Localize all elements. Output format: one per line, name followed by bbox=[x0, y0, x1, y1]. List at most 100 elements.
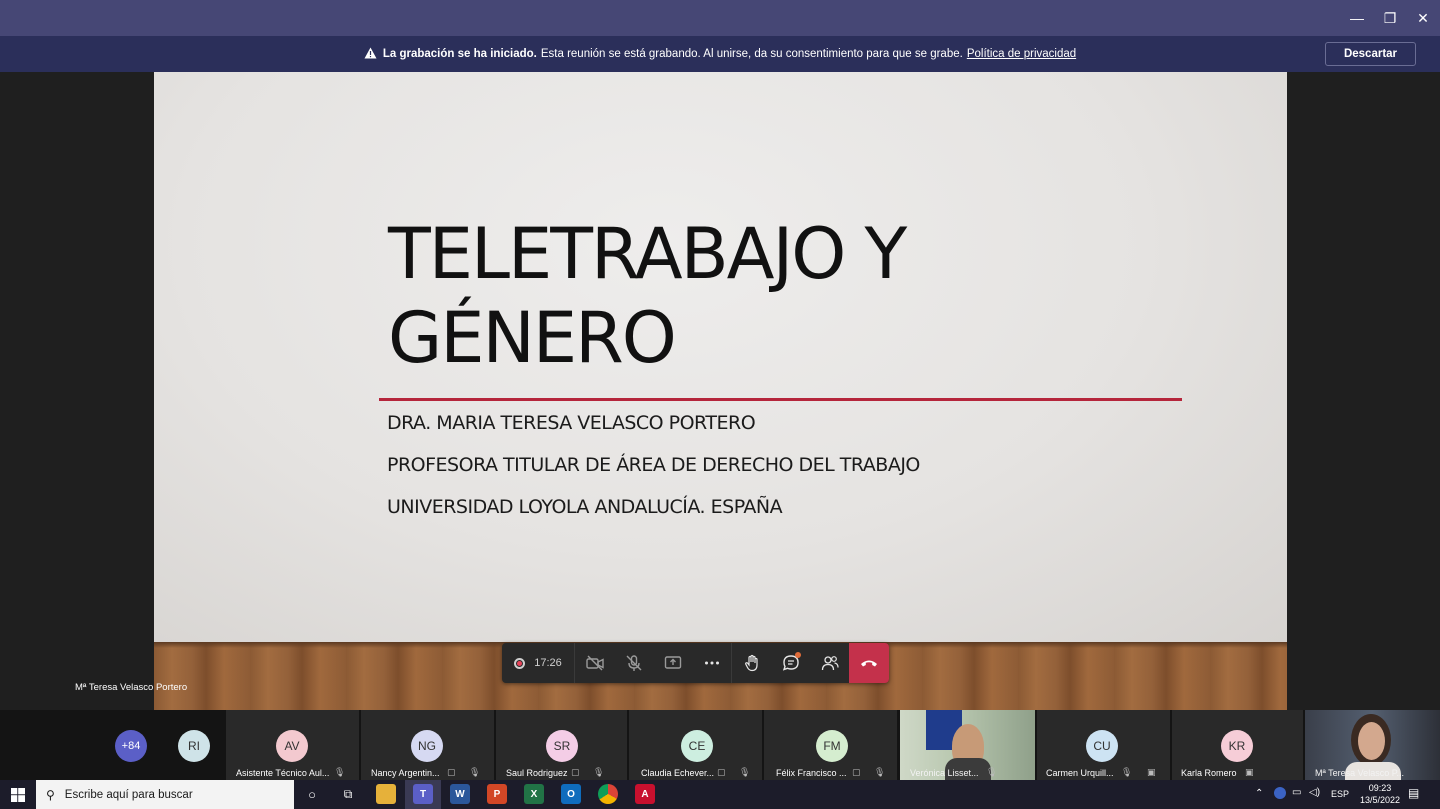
participant-name: Asistente Técnico Aul... bbox=[236, 768, 330, 778]
mic-off-icon: 🎙 bbox=[874, 767, 886, 777]
acrobat-icon[interactable]: A bbox=[635, 784, 655, 804]
microphone-off-icon bbox=[626, 655, 641, 671]
recording-indicator: 17:26 bbox=[502, 643, 575, 683]
participant-strip: +84 RI AV Asistente Técnico Aul... 🎙 NG … bbox=[0, 710, 1440, 780]
excel-icon[interactable]: X bbox=[524, 784, 544, 804]
raise-hand-button[interactable] bbox=[732, 643, 771, 683]
search-placeholder: Escribe aquí para buscar bbox=[64, 788, 193, 801]
mic-off-icon: 🎙 bbox=[739, 767, 751, 777]
participant-name: Saul Rodriguez bbox=[506, 768, 568, 778]
dismiss-button[interactable]: Descartar bbox=[1325, 42, 1416, 66]
camera-button[interactable] bbox=[575, 643, 614, 683]
record-icon bbox=[514, 657, 526, 669]
title-bar: — ❐ ✕ bbox=[0, 0, 1440, 36]
participant-tile[interactable]: AV Asistente Técnico Aul... 🎙 bbox=[226, 710, 359, 780]
mic-off-icon: 🎙 bbox=[593, 767, 605, 777]
participant-avatar: AV bbox=[276, 730, 308, 762]
participant-tile[interactable]: CU Carmen Urquill... 🎙 ▣ bbox=[1037, 710, 1170, 780]
leave-call-button[interactable] bbox=[849, 643, 889, 683]
outlook-icon[interactable]: O bbox=[561, 784, 581, 804]
banner-message: Esta reunión se está grabando. Al unirse… bbox=[540, 48, 963, 60]
windows-taskbar: ⚲ Escribe aquí para buscar ○ ⧉ T W P X O… bbox=[0, 780, 1440, 809]
clock-date: 13/5/2022 bbox=[1359, 795, 1400, 805]
camera-off-icon bbox=[585, 655, 604, 671]
presenter-icon: ▣ bbox=[1245, 767, 1254, 777]
share-screen-button[interactable] bbox=[653, 643, 692, 683]
slide-divider bbox=[379, 398, 1182, 401]
participant-name: Verónica Lisset... bbox=[910, 768, 979, 778]
notifications-icon[interactable]: ▤ bbox=[1408, 786, 1419, 800]
search-icon: ⚲ bbox=[46, 787, 55, 802]
slide-author: DRA. MARIA TERESA VELASCO PORTERO bbox=[387, 412, 756, 434]
powerpoint-icon[interactable]: P bbox=[487, 784, 507, 804]
taskbar-search[interactable]: ⚲ Escribe aquí para buscar bbox=[36, 780, 294, 809]
meeting-stage: TELETRABAJO Y GÉNERO DRA. MARIA TERESA V… bbox=[0, 72, 1440, 710]
system-clock[interactable]: 09:23 13/5/2022 bbox=[1360, 782, 1400, 806]
more-participants-button[interactable]: +84 bbox=[115, 730, 147, 762]
meeting-controls: 17:26 bbox=[502, 643, 889, 683]
chrome-icon[interactable] bbox=[598, 784, 618, 804]
presenter-icon: ▣ bbox=[1147, 767, 1156, 777]
windows-logo-icon bbox=[11, 787, 25, 802]
close-button[interactable]: ✕ bbox=[1406, 0, 1440, 36]
participant-avatar-ri[interactable]: RI bbox=[178, 730, 210, 762]
participant-name: Claudia Echever... bbox=[641, 768, 715, 778]
word-icon[interactable]: W bbox=[450, 784, 470, 804]
slide-title: TELETRABAJO Y GÉNERO bbox=[388, 212, 1148, 380]
participant-avatar: CU bbox=[1086, 730, 1118, 762]
chat-button[interactable] bbox=[771, 643, 810, 683]
recording-time: 17:26 bbox=[534, 657, 562, 669]
minimize-button[interactable]: — bbox=[1340, 0, 1374, 36]
participant-avatar: NG bbox=[411, 730, 443, 762]
restore-button[interactable]: ❐ bbox=[1373, 0, 1407, 36]
participant-tile[interactable]: CE Claudia Echever... ▢ 🎙 bbox=[629, 710, 762, 780]
presenter-name: Mª Teresa Velasco Portero bbox=[75, 682, 188, 693]
participant-avatar: CE bbox=[681, 730, 713, 762]
chat-notification-dot bbox=[795, 652, 801, 658]
task-view-icon[interactable]: ⧉ bbox=[338, 784, 358, 804]
mic-off-icon: 🎙 bbox=[986, 767, 998, 777]
hand-icon bbox=[744, 654, 758, 672]
volume-icon[interactable]: ◁) bbox=[1309, 787, 1320, 798]
participant-name: Félix Francisco ... bbox=[776, 768, 847, 778]
participant-tile[interactable]: FM Félix Francisco ... ▢ 🎙 bbox=[764, 710, 897, 780]
show-hidden-icons-icon[interactable]: ⌃ bbox=[1255, 788, 1263, 799]
participant-tile[interactable]: NG Nancy Argentin... ▢ 🎙 bbox=[361, 710, 494, 780]
network-icon[interactable]: ▭ bbox=[1292, 787, 1301, 798]
participant-name: Carmen Urquill... bbox=[1046, 768, 1114, 778]
file-explorer-icon[interactable] bbox=[376, 784, 396, 804]
camera-off-icon: ▢ bbox=[571, 767, 580, 777]
warning-icon bbox=[364, 47, 377, 62]
cortana-icon[interactable]: ○ bbox=[302, 784, 322, 804]
participant-video-tile[interactable]: Verónica Lisset... 🎙 bbox=[900, 710, 1035, 780]
slide-position: PROFESORA TITULAR DE ÁREA DE DERECHO DEL… bbox=[387, 454, 920, 476]
hang-up-icon bbox=[861, 660, 877, 667]
banner-title: La grabación se ha iniciado. bbox=[382, 48, 537, 60]
participant-face bbox=[1358, 722, 1385, 760]
language-indicator[interactable]: ESP bbox=[1331, 789, 1349, 799]
participant-tile[interactable]: SR Saul Rodriguez ▢ 🎙 bbox=[496, 710, 627, 780]
self-video-tile[interactable]: Mª Teresa Velasco P... bbox=[1305, 710, 1440, 780]
mic-off-icon: 🎙 bbox=[1121, 767, 1133, 777]
participant-name: Nancy Argentin... bbox=[371, 768, 440, 778]
microphone-button[interactable] bbox=[614, 643, 653, 683]
more-actions-button[interactable] bbox=[692, 643, 731, 683]
participants-button[interactable] bbox=[810, 643, 849, 683]
camera-off-icon: ▢ bbox=[717, 767, 726, 777]
ellipsis-icon bbox=[704, 661, 719, 665]
camera-off-icon: ▢ bbox=[852, 767, 861, 777]
participant-avatar: FM bbox=[816, 730, 848, 762]
slide-institution: UNIVERSIDAD LOYOLA ANDALUCÍA. ESPAÑA bbox=[387, 496, 783, 518]
recording-banner: La grabación se ha iniciado. Esta reunió… bbox=[0, 36, 1440, 72]
teams-icon[interactable]: T bbox=[413, 784, 433, 804]
teams-tray-icon[interactable] bbox=[1274, 787, 1286, 799]
clock-time: 09:23 bbox=[1368, 783, 1392, 793]
start-button[interactable] bbox=[0, 780, 36, 809]
participant-avatar: SR bbox=[546, 730, 578, 762]
people-icon bbox=[821, 656, 839, 671]
mic-off-icon: 🎙 bbox=[334, 767, 346, 777]
camera-off-icon: ▢ bbox=[447, 767, 456, 777]
privacy-link[interactable]: Política de privacidad bbox=[967, 48, 1076, 60]
mic-off-icon: 🎙 bbox=[469, 767, 481, 777]
participant-tile[interactable]: KR Karla Romero ▣ bbox=[1172, 710, 1303, 780]
